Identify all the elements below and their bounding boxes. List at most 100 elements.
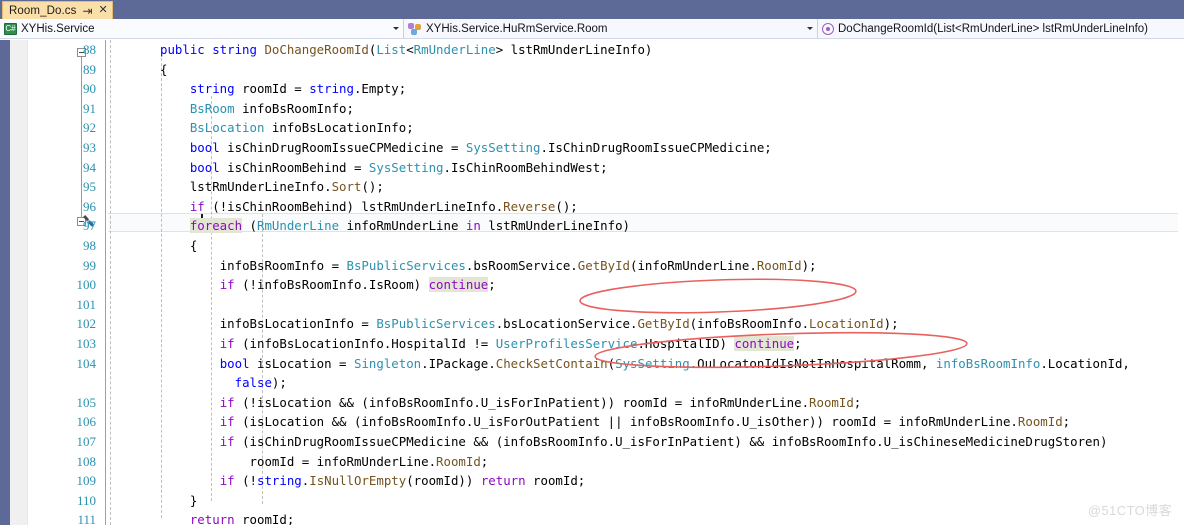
- code-token: if: [189, 198, 213, 214]
- code-token: return: [480, 473, 526, 489]
- line-number: 103: [76, 336, 97, 351]
- code-token: RmUnderLine: [256, 218, 340, 234]
- line-content[interactable]: false);: [160, 373, 287, 393]
- code-token: (isChinDrugRoomIssueCPMedicine && (infoB…: [242, 434, 1108, 449]
- line-content[interactable]: {: [160, 236, 197, 256]
- code-token: ;: [853, 394, 862, 410]
- code-line[interactable]: 98 {: [28, 236, 1184, 256]
- tab-strip: Room_Do.cs ⇥ ✕: [0, 0, 1184, 19]
- code-line[interactable]: 107 if (isChinDrugRoomIssueCPMedicine &&…: [28, 432, 1184, 452]
- code-line[interactable]: 93 bool isChinDrugRoomIssueCPMedicine = …: [28, 138, 1184, 158]
- line-content[interactable]: string roomId = string.Empty;: [160, 79, 406, 99]
- line-content[interactable]: bool isLocation = Singleton.IPackage.Che…: [160, 354, 1130, 374]
- code-line[interactable]: 89 {: [28, 60, 1184, 80]
- code-line[interactable]: 95 lstRmUnderLineInfo.Sort();: [28, 177, 1184, 197]
- line-content[interactable]: if (isChinDrugRoomIssueCPMedicine && (in…: [160, 432, 1108, 452]
- code-line[interactable]: 104 bool isLocation = Singleton.IPackage…: [28, 354, 1184, 374]
- code-line[interactable]: 99 infoBsRoomInfo = BsPublicServices.bsR…: [28, 256, 1184, 276]
- code-line[interactable]: 101: [28, 295, 1184, 315]
- line-content[interactable]: infoBsRoomInfo = BsPublicServices.bsRoom…: [160, 256, 817, 276]
- code-editor[interactable]: 88 public string DoChangeRoomId(List<RmUn…: [0, 40, 1184, 525]
- code-token: infoBsRoomInfo;: [234, 100, 354, 116]
- code-token: bool: [189, 159, 228, 175]
- code-token: Sort: [331, 179, 362, 195]
- code-token: );: [801, 257, 817, 273]
- code-token: roomId;: [525, 473, 586, 489]
- line-content[interactable]: }: [160, 491, 197, 511]
- line-content[interactable]: public string DoChangeRoomId(List<RmUnde…: [160, 40, 652, 60]
- chevron-down-icon[interactable]: [390, 19, 401, 38]
- line-content[interactable]: BsRoom infoBsRoomInfo;: [160, 99, 354, 119]
- member-dropdown[interactable]: DoChangeRoomId(List<RmUnderLine> lstRmUn…: [818, 19, 1184, 38]
- code-token: isChinRoomBehind =: [227, 159, 369, 175]
- code-token: continue: [734, 336, 795, 351]
- line-content[interactable]: infoBsLocationInfo = BsPublicServices.bs…: [160, 314, 899, 334]
- line-content[interactable]: if (!isChinRoomBehind) lstRmUnderLineInf…: [160, 197, 578, 217]
- line-number: 102: [76, 316, 97, 332]
- code-line[interactable]: 100 if (!infoBsRoomInfo.IsRoom) continue…: [28, 275, 1184, 295]
- code-line[interactable]: 108 roomId = infoRmUnderLine.RoomId;: [28, 452, 1184, 472]
- code-line[interactable]: 97 foreach (RmUnderLine infoRmUnderLine …: [28, 216, 1184, 236]
- code-line[interactable]: 105 if (!isLocation && (infoBsRoomInfo.U…: [28, 393, 1184, 413]
- code-token: bool: [219, 355, 257, 371]
- code-token: bool: [189, 140, 228, 155]
- code-token: roomId = infoRmUnderLine.: [249, 453, 437, 469]
- line-content[interactable]: {: [160, 60, 167, 80]
- line-content[interactable]: [160, 295, 220, 315]
- line-number: 97: [83, 218, 96, 234]
- chevron-down-icon[interactable]: [804, 19, 815, 38]
- line-content[interactable]: bool isChinRoomBehind = SysSetting.IsChi…: [160, 158, 608, 178]
- code-line[interactable]: 92 BsLocation infoBsLocationInfo;: [28, 118, 1184, 138]
- code-line[interactable]: 106 if (isLocation && (infoBsRoomInfo.U_…: [28, 412, 1184, 432]
- line-number: 109: [76, 473, 97, 489]
- code-line[interactable]: 96 if (!isChinRoomBehind) lstRmUnderLine…: [28, 197, 1184, 217]
- pin-icon[interactable]: ⇥: [82, 5, 92, 17]
- line-number: 88: [83, 42, 96, 57]
- code-line-continuation[interactable]: false);: [28, 373, 1184, 393]
- line-content[interactable]: if (!string.IsNullOrEmpty(roomId)) retur…: [160, 471, 586, 491]
- code-token: (: [607, 355, 616, 371]
- code-token: SysSetting: [615, 355, 690, 371]
- line-number: 96: [83, 198, 96, 214]
- code-line[interactable]: 111 return roomId;: [28, 510, 1184, 525]
- code-token: string: [189, 81, 243, 97]
- navigation-bar: C# XYHis.Service XYHis.Service.HuRmServi…: [0, 19, 1184, 39]
- code-line[interactable]: 103 if (infoBsLocationInfo.HospitalId !=…: [28, 334, 1184, 354]
- indicator-margin[interactable]: [10, 40, 28, 525]
- code-token: }: [189, 492, 198, 508]
- member-dropdown-label: DoChangeRoomId(List<RmUnderLine> lstRmUn…: [838, 22, 1149, 35]
- code-line[interactable]: 94 bool isChinRoomBehind = SysSetting.Is…: [28, 158, 1184, 178]
- line-number: 107: [76, 434, 97, 449]
- selection-margin[interactable]: [0, 40, 10, 525]
- code-lines-container[interactable]: 88 public string DoChangeRoomId(List<RmUn…: [28, 40, 1184, 525]
- line-content[interactable]: if (!isLocation && (infoBsRoomInfo.U_isF…: [160, 393, 862, 413]
- line-number: 100: [76, 277, 97, 293]
- watermark: @51CTO博客: [1087, 503, 1172, 518]
- code-line[interactable]: 110 }: [28, 491, 1184, 511]
- project-dropdown[interactable]: C# XYHis.Service: [0, 19, 404, 38]
- line-content[interactable]: bool isChinDrugRoomIssueCPMedicine = Sys…: [160, 138, 772, 158]
- line-number: 89: [83, 61, 96, 77]
- code-token: (isLocation && (infoBsRoomInfo.U_isForOu…: [242, 414, 1018, 430]
- line-content[interactable]: if (isLocation && (infoBsRoomInfo.U_isFo…: [160, 412, 1070, 432]
- code-token: string: [212, 42, 265, 57]
- document-tab-room-do-cs[interactable]: Room_Do.cs ⇥ ✕: [2, 1, 113, 19]
- line-content[interactable]: BsLocation infoBsLocationInfo;: [160, 118, 414, 138]
- line-content[interactable]: lstRmUnderLineInfo.Sort();: [160, 177, 384, 197]
- code-line[interactable]: 102 infoBsLocationInfo = BsPublicService…: [28, 314, 1184, 334]
- line-content[interactable]: roomId = infoRmUnderLine.RoomId;: [160, 452, 489, 472]
- line-content[interactable]: if (!infoBsRoomInfo.IsRoom) continue;: [160, 275, 496, 295]
- line-content[interactable]: if (infoBsLocationInfo.HospitalId != Use…: [160, 334, 802, 354]
- code-line[interactable]: 91 BsRoom infoBsRoomInfo;: [28, 99, 1184, 119]
- code-line[interactable]: 90 string roomId = string.Empty;: [28, 79, 1184, 99]
- line-content[interactable]: return roomId;: [160, 510, 294, 525]
- code-token: RoomId: [436, 453, 481, 469]
- code-line[interactable]: 109 if (!string.IsNullOrEmpty(roomId)) r…: [28, 471, 1184, 491]
- close-icon[interactable]: ✕: [99, 5, 108, 16]
- code-token: (: [242, 218, 257, 234]
- line-content[interactable]: foreach (RmUnderLine infoRmUnderLine in …: [160, 216, 630, 236]
- code-line[interactable]: 88 public string DoChangeRoomId(List<RmUn…: [28, 40, 1184, 60]
- line-number: 91: [83, 100, 96, 116]
- code-token: BsLocation: [189, 120, 265, 136]
- namespace-dropdown[interactable]: XYHis.Service.HuRmService.Room: [404, 19, 818, 38]
